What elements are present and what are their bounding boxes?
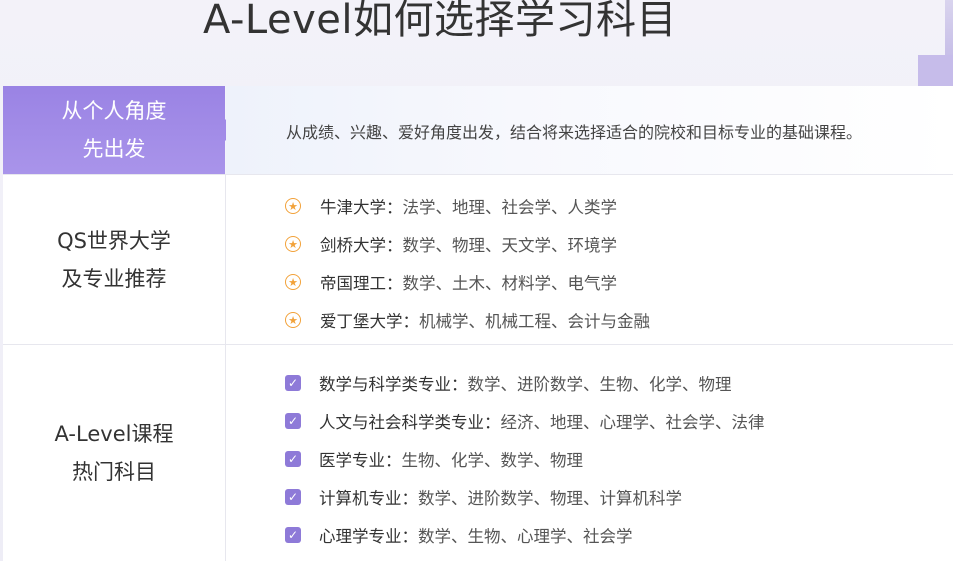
- list-item: ★ 帝国理工： 数学、土木、材料学、电气学: [285, 263, 650, 301]
- list-item: ✓ 人文与社会科学类专业： 经济、地理、心理学、社会学、法律: [285, 402, 765, 440]
- university-subjects: 机械学、机械工程、会计与金融: [419, 312, 650, 331]
- check-icon: ✓: [285, 375, 301, 391]
- row-label-personal: 从个人角度 先出发: [3, 86, 236, 174]
- check-icon: ✓: [285, 451, 301, 467]
- university-subjects: 法学、地理、社会学、人类学: [402, 198, 618, 217]
- row-label-text: A-Level课程 热门科目: [54, 422, 174, 484]
- major-subjects: 经济、地理、心理学、社会学、法律: [500, 413, 765, 432]
- major-subjects: 生物、化学、数学、物理: [401, 451, 584, 470]
- list-item: ✓ 心理学专业： 数学、生物、心理学、社会学: [285, 516, 765, 554]
- university-subjects: 数学、物理、天文学、环境学: [402, 236, 618, 255]
- major-name: 计算机专业：: [319, 489, 418, 508]
- row-content-personal: 从成绩、兴趣、爱好角度出发，结合将来选择适合的院校和目标专业的基础课程。: [226, 86, 953, 174]
- star-icon: ★: [285, 274, 301, 290]
- check-icon: ✓: [285, 489, 301, 505]
- table-row-personal: 从个人角度 先出发 从成绩、兴趣、爱好角度出发，结合将来选择适合的院校和目标专业…: [3, 86, 953, 175]
- star-icon: ★: [285, 312, 301, 328]
- row-label-universities: QS世界大学 及专业推荐: [3, 175, 226, 344]
- decorative-square: [918, 55, 953, 86]
- row-label-text: QS世界大学 及专业推荐: [57, 228, 171, 291]
- list-item: ★ 牛津大学： 法学、地理、社会学、人类学: [285, 187, 650, 225]
- table-row-subjects: A-Level课程 热门科目 ✓ 数学与科学类专业： 数学、进阶数学、生物、化学、…: [3, 345, 953, 561]
- university-name: 爱丁堡大学：: [320, 312, 419, 331]
- university-list: ★ 牛津大学： 法学、地理、社会学、人类学 ★ 剑桥大学： 数学、物理、天文学、环境…: [285, 187, 650, 339]
- major-subjects: 数学、进阶数学、生物、化学、物理: [467, 375, 732, 394]
- major-subjects: 数学、进阶数学、物理、计算机科学: [418, 489, 682, 508]
- major-name: 医学专业：: [319, 451, 402, 470]
- list-item: ✓ 计算机专业： 数学、进阶数学、物理、计算机科学: [285, 478, 765, 516]
- university-name: 剑桥大学：: [320, 236, 403, 255]
- info-table: 从个人角度 先出发 从成绩、兴趣、爱好角度出发，结合将来选择适合的院校和目标专业…: [3, 86, 953, 561]
- major-name: 人文与社会科学类专业：: [319, 413, 501, 432]
- university-name: 牛津大学：: [320, 198, 403, 217]
- row-content-universities: ★ 牛津大学： 法学、地理、社会学、人类学 ★ 剑桥大学： 数学、物理、天文学、环境…: [226, 175, 953, 344]
- star-icon: ★: [285, 198, 301, 214]
- major-name: 心理学专业：: [319, 527, 418, 546]
- page-title: A-Level如何选择学习科目: [202, 0, 677, 43]
- university-subjects: 数学、土木、材料学、电气学: [402, 274, 618, 293]
- major-name: 数学与科学类专业：: [319, 375, 468, 394]
- table-row-universities: QS世界大学 及专业推荐 ★ 牛津大学： 法学、地理、社会学、人类学 ★ 剑桥大学…: [3, 175, 953, 345]
- list-item: ★ 爱丁堡大学： 机械学、机械工程、会计与金融: [285, 301, 650, 339]
- row-label-text: 从个人角度 先出发: [61, 99, 167, 161]
- row-content-subjects: ✓ 数学与科学类专业： 数学、进阶数学、生物、化学、物理 ✓ 人文与社会科学类专业…: [226, 345, 953, 561]
- university-name: 帝国理工：: [320, 274, 403, 293]
- list-item: ★ 剑桥大学： 数学、物理、天文学、环境学: [285, 225, 650, 263]
- check-icon: ✓: [285, 527, 301, 543]
- row-label-subjects: A-Level课程 热门科目: [3, 345, 226, 561]
- subject-list: ✓ 数学与科学类专业： 数学、进阶数学、生物、化学、物理 ✓ 人文与社会科学类专业…: [285, 364, 765, 554]
- list-item: ✓ 数学与科学类专业： 数学、进阶数学、生物、化学、物理: [285, 364, 765, 402]
- list-item: ✓ 医学专业： 生物、化学、数学、物理: [285, 440, 765, 478]
- description-text: 从成绩、兴趣、爱好角度出发，结合将来选择适合的院校和目标专业的基础课程。: [286, 123, 863, 142]
- check-icon: ✓: [285, 413, 301, 429]
- major-subjects: 数学、生物、心理学、社会学: [418, 527, 633, 546]
- star-icon: ★: [285, 236, 301, 252]
